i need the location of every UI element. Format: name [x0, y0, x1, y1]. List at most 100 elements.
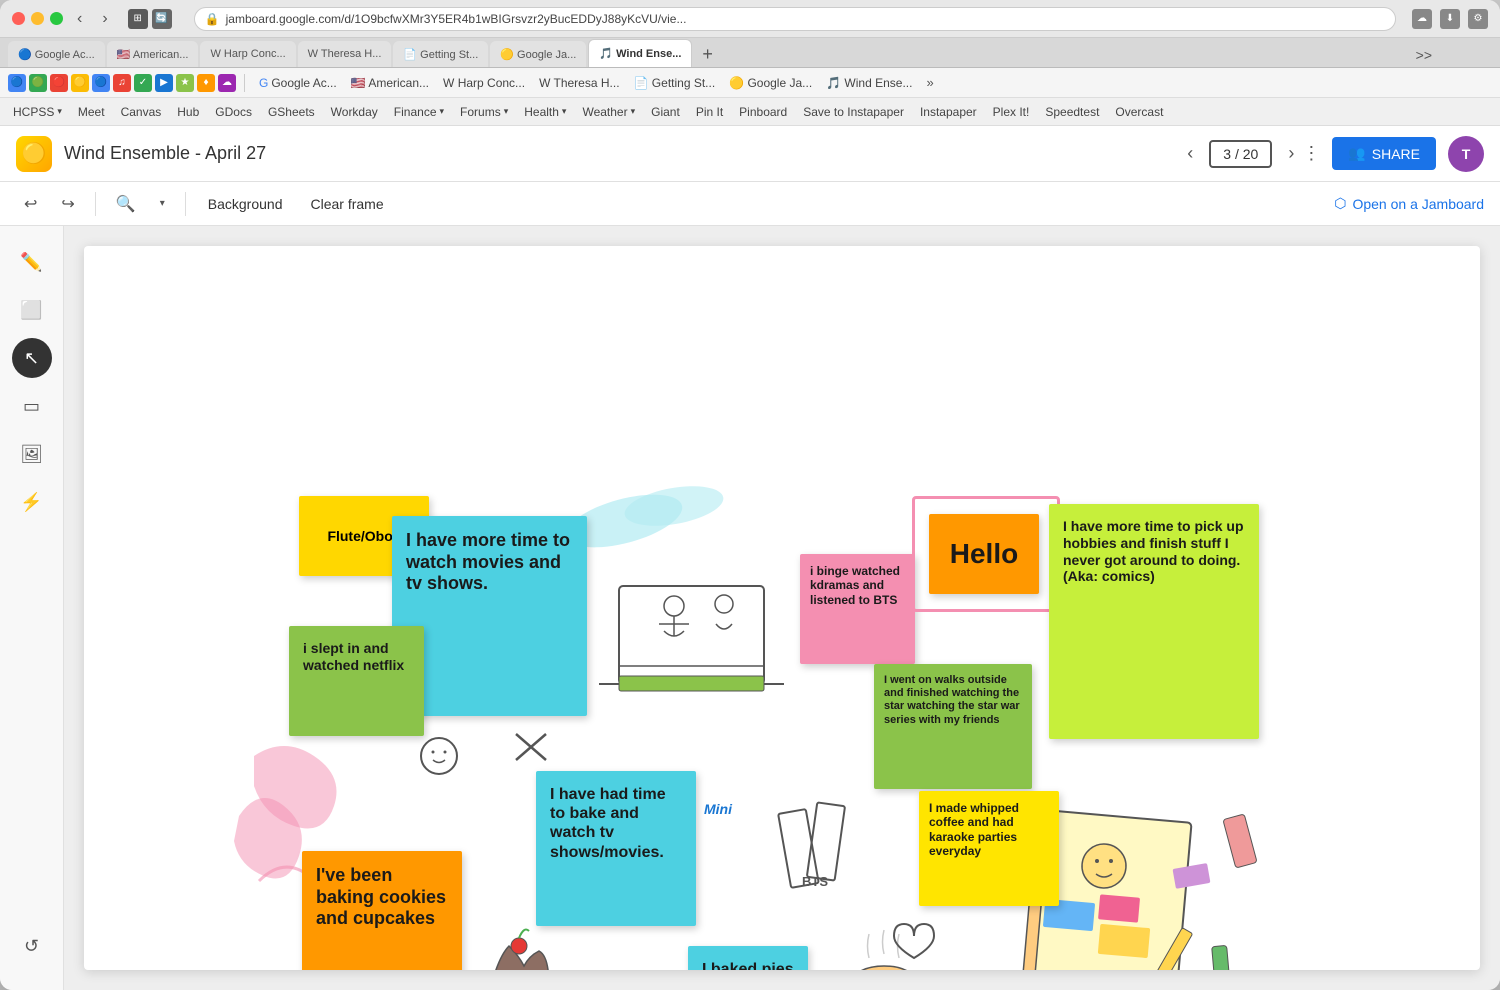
more-options-button[interactable]: ⋮: [1302, 143, 1320, 164]
sticky-note-tool[interactable]: ▭: [12, 386, 52, 426]
share-label: SHARE: [1372, 146, 1420, 162]
nav-instapaper[interactable]: Instapaper: [915, 103, 982, 121]
nav-forums[interactable]: Forums ▾: [455, 103, 513, 121]
app-header: 🟡 Wind Ensemble - April 27 ‹ 3 / 20 › ⋮ …: [0, 126, 1500, 182]
sticky-walks[interactable]: I went on walks outside and finished wat…: [874, 664, 1032, 789]
app-title: Wind Ensemble - April 27: [64, 143, 1179, 164]
nav-meet[interactable]: Meet: [73, 103, 110, 121]
open-jamboard-label: Open on a Jamboard: [1352, 196, 1484, 212]
nav-overcast[interactable]: Overcast: [1110, 103, 1168, 121]
cloud-icon: ☁: [1412, 9, 1432, 29]
app-logo: 🟡: [16, 136, 52, 172]
bm-icon-1: 🔵: [8, 74, 26, 92]
sticky-pies[interactable]: I baked pies with my sister: [688, 946, 808, 970]
nav-hub[interactable]: Hub: [172, 103, 204, 121]
refresh-button[interactable]: ↺: [12, 926, 52, 966]
bm-icon-4: 🟡: [71, 74, 89, 92]
share-icon: 👥: [1348, 145, 1365, 162]
zoom-dropdown-button[interactable]: ▾: [152, 194, 173, 213]
eraser-tool[interactable]: ⬜: [12, 290, 52, 330]
download-icon: ⬇: [1440, 9, 1460, 29]
pen-tool[interactable]: ✏️: [12, 242, 52, 282]
open-jamboard-icon: ⬡: [1334, 195, 1346, 212]
image-tool[interactable]: 🖼: [12, 434, 52, 474]
bm-icon-8: ▶: [155, 74, 173, 92]
bm-google-ja[interactable]: 🟡 Google Ja...: [723, 74, 818, 92]
url-text: jamboard.google.com/d/1O9bcfwXMr3Y5ER4b1…: [226, 12, 687, 26]
user-avatar[interactable]: T: [1448, 136, 1484, 172]
bm-harp[interactable]: W Harp Conc...: [437, 74, 531, 92]
tab-icon-1: ⊞: [128, 9, 148, 29]
traffic-lights: [12, 12, 63, 25]
back-button[interactable]: ‹: [71, 8, 88, 30]
sticky-slept[interactable]: i slept in and watched netflix: [289, 626, 424, 736]
nav-weather[interactable]: Weather ▾: [577, 103, 640, 121]
select-tool[interactable]: ↖: [12, 338, 52, 378]
nav-gdocs[interactable]: GDocs: [210, 103, 257, 121]
sticky-whipped[interactable]: I made whipped coffee and had karaoke pa…: [919, 791, 1059, 906]
background-button[interactable]: Background: [198, 192, 293, 216]
minimize-button[interactable]: [31, 12, 44, 25]
nav-pinit[interactable]: Pin It: [691, 103, 728, 121]
prev-frame-button[interactable]: ‹: [1179, 139, 1201, 168]
nav-plex[interactable]: Plex It!: [988, 103, 1035, 121]
frame-counter: 3 / 20: [1209, 140, 1272, 168]
canvas-area[interactable]: Mini BTS: [64, 226, 1500, 990]
frame-navigation: ‹ 3 / 20 ›: [1179, 139, 1302, 168]
maximize-button[interactable]: [50, 12, 63, 25]
tab-google-ja[interactable]: 🟡 Google Ja...: [490, 41, 586, 67]
main-content: ✏️ ⬜ ↖ ▭ 🖼 ⚡ ↺: [0, 226, 1500, 990]
nav-giant[interactable]: Giant: [646, 103, 685, 121]
sticky-bake[interactable]: I have had time to bake and watch tv sho…: [536, 771, 696, 926]
next-frame-button[interactable]: ›: [1280, 139, 1302, 168]
title-bar-right: ☁ ⬇ ⚙: [1412, 9, 1488, 29]
nav-hcpss[interactable]: HCPSS ▾: [8, 103, 67, 121]
svg-text:BTS: BTS: [802, 874, 828, 889]
bm-divider-1: [244, 74, 245, 92]
share-button[interactable]: 👥 SHARE: [1332, 137, 1436, 170]
toolbar-divider-2: [185, 192, 186, 216]
nav-health[interactable]: Health ▾: [519, 103, 571, 121]
undo-button[interactable]: ↩: [16, 190, 45, 218]
sticky-binge[interactable]: i binge watched kdramas and listened to …: [800, 554, 915, 664]
more-bookmarks[interactable]: »: [926, 75, 933, 90]
bm-american[interactable]: 🇺🇸 American...: [345, 74, 435, 92]
redo-button[interactable]: ↪: [53, 190, 82, 218]
sticky-hello[interactable]: Hello: [929, 514, 1039, 594]
tab-google-ac[interactable]: 🔵 Google Ac...: [8, 41, 105, 67]
nav-gsheets[interactable]: GSheets: [263, 103, 320, 121]
nav-save-instapaper[interactable]: Save to Instapaper: [798, 103, 909, 121]
more-tabs-button[interactable]: >>: [1408, 47, 1440, 63]
bm-getting[interactable]: 📄 Getting St...: [628, 74, 722, 92]
nav-canvas[interactable]: Canvas: [116, 103, 167, 121]
tab-getting[interactable]: 📄 Getting St...: [393, 41, 488, 67]
tab-wind-ensemble[interactable]: 🎵 Wind Ense...: [588, 39, 692, 67]
settings-icon[interactable]: ⚙: [1468, 9, 1488, 29]
browser-window: ‹ › ⊞ 🔄 🔒 jamboard.google.com/d/1O9bcfwX…: [0, 0, 1500, 990]
forward-button[interactable]: ›: [96, 8, 113, 30]
bm-google-ac[interactable]: G Google Ac...: [253, 74, 343, 92]
bm-theresa[interactable]: W Theresa H...: [533, 74, 625, 92]
refresh-icon-container: ↺: [12, 926, 52, 974]
shapes-tool[interactable]: ⚡: [12, 482, 52, 522]
tab-theresa[interactable]: W Theresa H...: [298, 41, 392, 67]
clear-frame-button[interactable]: Clear frame: [300, 192, 393, 216]
zoom-button[interactable]: 🔍: [108, 190, 144, 218]
nav-speedtest[interactable]: Speedtest: [1040, 103, 1104, 121]
bm-wind[interactable]: 🎵 Wind Ense...: [820, 74, 918, 92]
nav-pinboard[interactable]: Pinboard: [734, 103, 792, 121]
close-button[interactable]: [12, 12, 25, 25]
nav-workday[interactable]: Workday: [326, 103, 383, 121]
sticky-cookies[interactable]: I've been baking cookies and cupcakes: [302, 851, 462, 970]
sticky-hobbies[interactable]: I have more time to pick up hobbies and …: [1049, 504, 1259, 739]
tab-harp[interactable]: W Harp Conc...: [200, 41, 295, 67]
url-bar[interactable]: 🔒 jamboard.google.com/d/1O9bcfwXMr3Y5ER4…: [194, 7, 1396, 31]
nav-finance[interactable]: Finance ▾: [389, 103, 449, 121]
tab-american[interactable]: 🇺🇸 American...: [107, 41, 199, 67]
open-jamboard-button[interactable]: ⬡ Open on a Jamboard: [1334, 195, 1484, 212]
toolbar-divider-1: [95, 192, 96, 216]
new-tab-button[interactable]: +: [694, 44, 721, 65]
bm-icon-5: 🔵: [92, 74, 110, 92]
bm-icon-6: ♫: [113, 74, 131, 92]
bookmarks-bar: 🔵 🟢 🔴 🟡 🔵 ♫ ✓ ▶ ★ ♦ ☁ G Google Ac... 🇺🇸 …: [0, 68, 1500, 98]
